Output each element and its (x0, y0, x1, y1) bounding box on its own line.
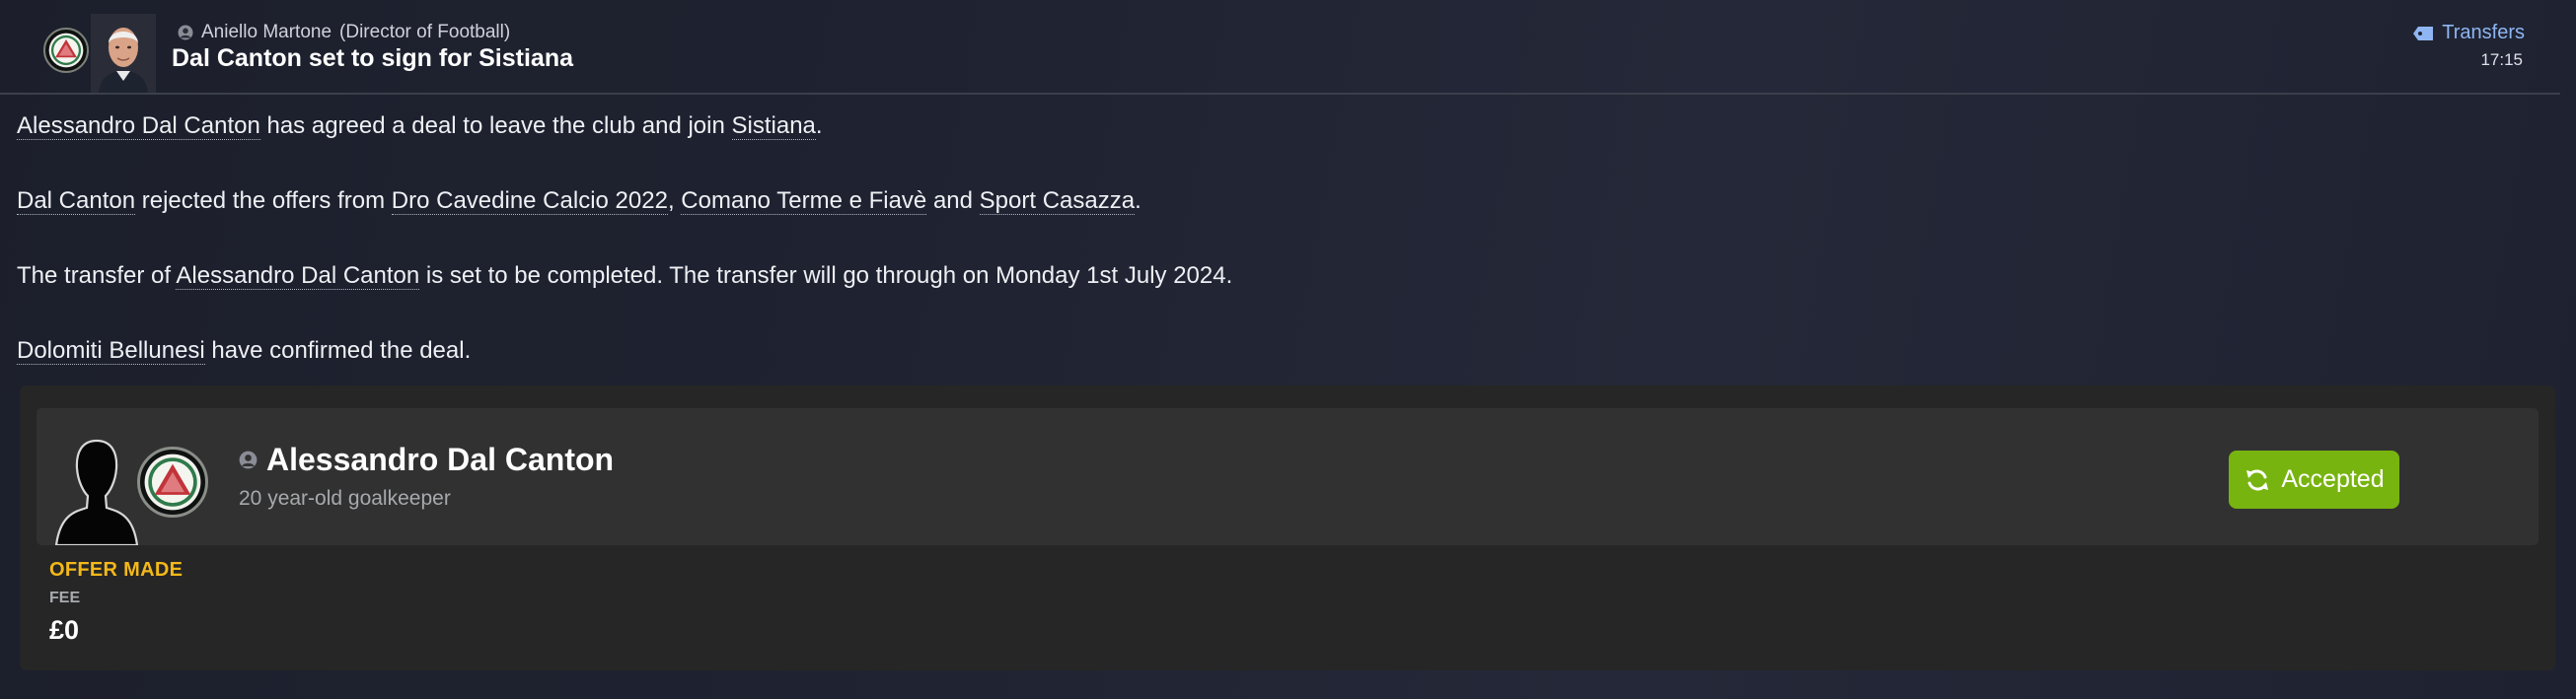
player-name-line: Alessandro Dal Canton (239, 442, 614, 478)
club-badge-icon[interactable] (137, 447, 208, 518)
club-link[interactable]: Dolomiti Bellunesi (17, 337, 205, 365)
paragraph-text: is set to be completed. The transfer wil… (419, 262, 1233, 289)
inbox-message-view: Aniello Martone (Director of Football) D… (0, 0, 2576, 699)
player-link[interactable]: Dal Canton (17, 187, 136, 215)
player-description: 20 year-old goalkeeper (239, 487, 451, 510)
category-link[interactable]: Transfers (2412, 22, 2525, 44)
player-summary: Alessandro Dal Canton 20 year-old goalke… (37, 408, 2539, 547)
offer-status-button[interactable]: Accepted (2229, 451, 2399, 509)
status-label: Accepted (2281, 465, 2385, 493)
staff-photo[interactable] (91, 14, 156, 93)
tag-icon (2413, 26, 2434, 40)
message-time: 17:15 (2480, 50, 2523, 69)
club-badge-icon[interactable] (43, 28, 89, 73)
message-subject: Dal Canton set to sign for Sistiana (172, 44, 573, 72)
club-link[interactable]: Sistiana (731, 112, 816, 140)
paragraph-text: . (1135, 187, 1141, 214)
message-paragraph-3: The transfer of Alessandro Dal Canton is… (17, 262, 1232, 290)
player-link[interactable]: Alessandro Dal Canton (17, 112, 260, 140)
club-link[interactable]: Comano Terme e Fiavè (681, 187, 927, 215)
transfer-card: Alessandro Dal Canton 20 year-old goalke… (20, 385, 2555, 670)
player-name[interactable]: Alessandro Dal Canton (266, 442, 614, 478)
player-silhouette-icon[interactable] (54, 437, 139, 547)
category-label[interactable]: Transfers (2442, 22, 2525, 44)
paragraph-text: has agreed a deal to leave the club and … (259, 112, 732, 139)
paragraph-text: rejected the offers from (135, 187, 392, 214)
fee-label: FEE (49, 590, 81, 606)
paragraph-text: The transfer of (17, 262, 177, 289)
paragraph-text: , (667, 187, 682, 214)
person-icon (178, 25, 193, 40)
paragraph-text: have confirmed the deal. (204, 337, 472, 364)
player-link[interactable]: Alessandro Dal Canton (176, 262, 420, 290)
club-link[interactable]: Dro Cavedine Calcio 2022 (391, 187, 668, 215)
sender-role: (Director of Football) (339, 22, 511, 42)
message-paragraph-2: Dal Canton rejected the offers from Dro … (17, 187, 1141, 215)
paragraph-text: . (815, 112, 823, 139)
club-link[interactable]: Sport Casazza (979, 187, 1136, 215)
sender-line: Aniello Martone (Director of Football) (178, 22, 510, 43)
offer-section-title: OFFER MADE (49, 559, 184, 581)
person-icon (239, 451, 258, 469)
message-header: Aniello Martone (Director of Football) D… (0, 0, 2560, 95)
fee-value: £0 (49, 615, 80, 645)
refresh-icon (2246, 469, 2269, 490)
paragraph-text: and (926, 187, 980, 214)
sender-name[interactable]: Aniello Martone (201, 22, 331, 43)
message-paragraph-1: Alessandro Dal Canton has agreed a deal … (17, 112, 823, 140)
message-paragraph-4: Dolomiti Bellunesi have confirmed the de… (17, 337, 471, 365)
